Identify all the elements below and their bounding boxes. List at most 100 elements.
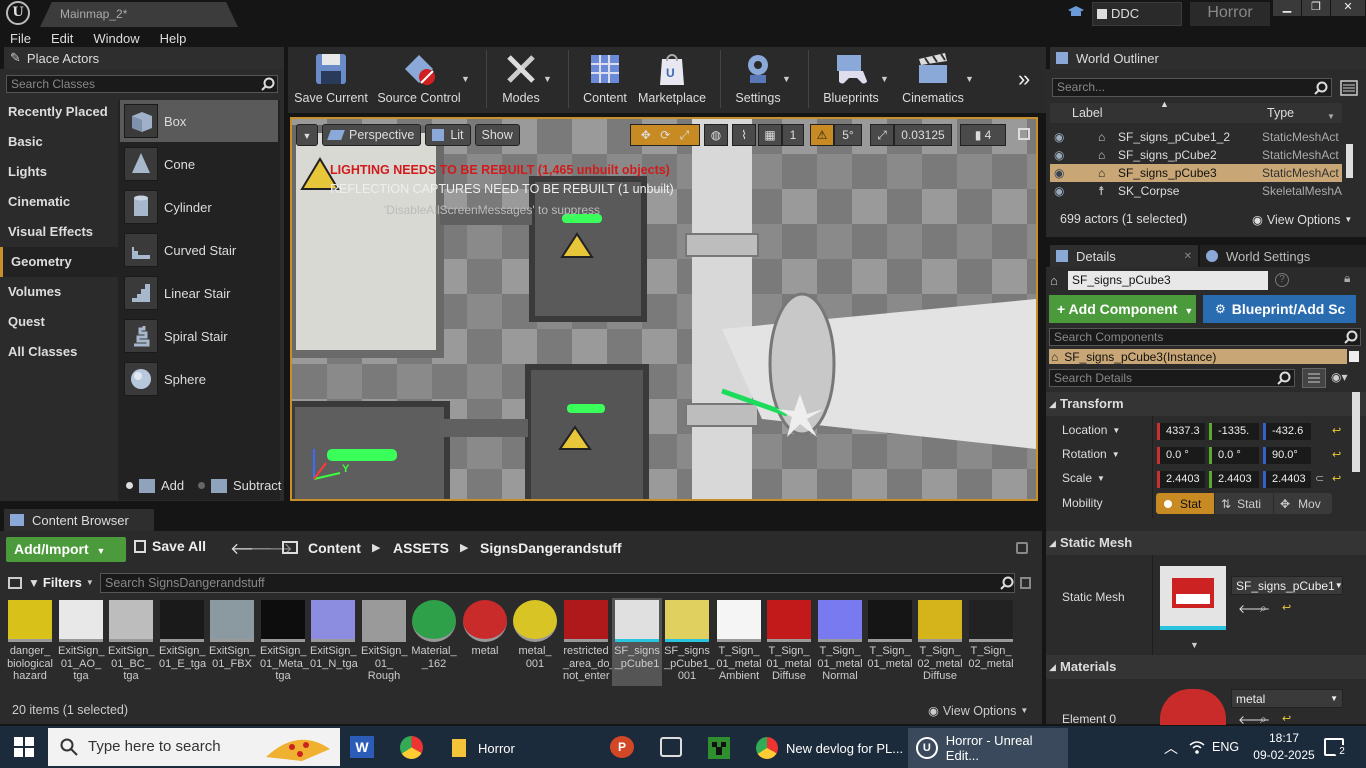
search-icon[interactable] [261, 77, 275, 91]
rotation-z-field[interactable]: 90.0° [1263, 447, 1311, 464]
ddc-button[interactable]: DDC [1092, 2, 1182, 26]
details-tab[interactable]: Details ✕ [1050, 245, 1198, 267]
chevron-down-icon[interactable]: ▼ [1327, 112, 1335, 121]
asset-tile[interactable]: ExitSign_ 01_Meta_ tga [260, 598, 309, 686]
rotate-icon[interactable]: ⟳ [660, 128, 670, 142]
help-icon[interactable]: ? [1275, 273, 1289, 287]
subtract-mode-radio[interactable]: Subtract [198, 478, 281, 493]
outliner-view-options-button[interactable]: ◉ View Options ▼ [1252, 212, 1352, 228]
location-x-field[interactable]: 4337.3 [1157, 423, 1205, 440]
asset-tile[interactable]: ExitSign_ 01_AO_ tga [58, 598, 104, 686]
asset-tile[interactable]: danger_ biological hazard [7, 598, 53, 686]
actor-item-cylinder[interactable]: Cylinder [120, 186, 278, 228]
powerpoint-app-icon[interactable]: P [610, 736, 634, 758]
asset-tile[interactable]: ExitSign_ 01_ Rough [361, 598, 407, 686]
search-classes-input[interactable]: Search Classes [6, 75, 278, 93]
category-all-classes[interactable]: All Classes [0, 337, 118, 367]
chevron-down-icon[interactable]: ▼ [461, 74, 470, 84]
actor-item-curved-stair[interactable]: Curved Stair [120, 229, 278, 271]
category-quest[interactable]: Quest [0, 307, 118, 337]
category-recently-placed[interactable]: Recently Placed [0, 97, 118, 127]
asset-tile[interactable]: T_Sign_ 02_metal [968, 598, 1014, 686]
save-current-button[interactable]: Save Current [292, 49, 370, 111]
world-outliner-tab[interactable]: World Outliner [1050, 47, 1366, 69]
close-tab-icon[interactable]: ✕ [1184, 251, 1192, 262]
rotation-label-dropdown[interactable]: Rotation ▼ [1062, 447, 1120, 461]
breadcrumb-assets[interactable]: ASSETS [393, 540, 449, 556]
location-z-field[interactable]: -432.6 [1263, 423, 1311, 440]
cb-view-options-button[interactable]: ◉ View Options ▼ [928, 703, 1028, 719]
menu-file[interactable]: File [10, 31, 31, 46]
details-scrollbar[interactable] [1352, 392, 1360, 472]
outliner-options-icon[interactable] [1340, 80, 1358, 96]
reset-to-default-icon[interactable]: ↩ [1282, 601, 1291, 614]
lit-button[interactable]: Lit [425, 124, 471, 146]
maximize-button[interactable]: ❐ [1302, 0, 1330, 16]
windows-start-icon[interactable] [14, 737, 34, 757]
chevron-down-icon[interactable]: ▼ [880, 74, 889, 84]
actor-item-spiral-stair[interactable]: Spiral Stair [120, 315, 278, 357]
add-component-button[interactable]: + Add Component ▼ [1049, 295, 1196, 323]
snip-tool-icon[interactable] [660, 737, 682, 757]
translate-icon[interactable]: ✥ [641, 128, 651, 142]
show-hidden-icons-chevron-icon[interactable]: ︿ [1164, 738, 1178, 758]
category-visual-effects[interactable]: Visual Effects [0, 217, 118, 247]
rotation-snap-value[interactable]: 5° [834, 124, 862, 146]
expand-advanced-icon[interactable]: ▼ [1190, 640, 1199, 650]
location-label-dropdown[interactable]: Location ▼ [1062, 423, 1120, 437]
eye-icon[interactable]: ◉ [1050, 166, 1080, 180]
blueprint-add-script-button[interactable]: ⚙ Blueprint/Add Sc [1203, 295, 1356, 323]
save-all-button[interactable]: Save All [134, 538, 206, 554]
taskbar-explorer-horror[interactable]: Horror [440, 728, 588, 768]
world-settings-tab[interactable]: World Settings [1200, 245, 1366, 267]
lock-scale-icon[interactable]: ⊂ [1315, 472, 1324, 485]
asset-tile[interactable]: ExitSign_ 01_E_tga [159, 598, 206, 686]
marketplace-button[interactable]: U Marketplace [636, 49, 708, 111]
mobility-movable-option[interactable]: ✥ Mov [1274, 493, 1332, 514]
camera-speed-button[interactable]: ▮ 4 [960, 124, 1006, 146]
maximize-viewport-icon[interactable] [1018, 128, 1030, 140]
outliner-scrollbar[interactable] [1346, 144, 1353, 178]
scale-icon[interactable]: ⤢ [680, 128, 690, 142]
blueprints-button[interactable]: Blueprints [818, 49, 884, 111]
minimize-button[interactable]: ▁ [1273, 0, 1301, 16]
category-cinematic[interactable]: Cinematic [0, 187, 118, 217]
transform-mode-group[interactable]: ✥ ⟳ ⤢ [630, 124, 700, 146]
language-indicator[interactable]: ENG [1212, 740, 1239, 754]
asset-tile[interactable]: T_Sign_ 01_metal [867, 598, 913, 686]
taskbar-chrome-devlog[interactable]: New devlog for PL... [750, 728, 905, 768]
place-actors-tab[interactable]: ✎ Place Actors [4, 47, 284, 69]
details-view-options-icon[interactable]: ◉▾ [1331, 370, 1348, 384]
search-details-input[interactable]: Search Details [1049, 369, 1295, 387]
asset-tile[interactable]: T_Sign_ 01_metal Diffuse [766, 598, 812, 686]
wifi-icon[interactable] [1188, 739, 1206, 755]
word-app-icon[interactable]: W [350, 736, 374, 758]
content-browser-tab[interactable]: Content Browser [4, 509, 154, 531]
asset-tile[interactable]: SF_signs _pCube1_ 001 [664, 598, 715, 686]
eye-icon[interactable]: ◉ [1050, 130, 1080, 144]
breadcrumb-signs-folder[interactable]: SignsDangerandstuff [480, 540, 622, 556]
grid-size-value[interactable]: 1 [782, 124, 804, 146]
column-type-header[interactable]: Type [1267, 106, 1294, 120]
close-button[interactable]: ✕ [1331, 0, 1365, 16]
asset-tile[interactable]: restricted _area_do_ not_enter [563, 598, 616, 686]
static-mesh-section-header[interactable]: ◢ Static Mesh [1046, 531, 1366, 555]
asset-tile[interactable]: ExitSign_ 01_FBX [209, 598, 255, 686]
asset-tile[interactable]: T_Sign_ 01_metal Normal [817, 598, 863, 686]
content-search-input[interactable]: Search SignsDangerandstuff [100, 573, 1015, 593]
menu-window[interactable]: Window [93, 31, 139, 46]
breadcrumb-content[interactable]: Content [308, 540, 361, 556]
reset-to-default-icon[interactable]: ↩ [1282, 712, 1291, 725]
search-icon[interactable] [1314, 81, 1328, 95]
modes-button[interactable]: Modes [494, 49, 548, 111]
outliner-row[interactable]: ◉ ☨ SK_Corpse SkeletalMeshA [1050, 182, 1342, 200]
reset-to-default-icon[interactable]: ↩ [1332, 472, 1341, 485]
asset-tile-selected[interactable]: SF_signs _pCube1 [612, 598, 662, 686]
asset-tile[interactable]: T_Sign_ 02_metal Diffuse [917, 598, 963, 686]
chevron-down-icon[interactable]: ▼ [543, 74, 552, 84]
viewport-options-button[interactable]: ▼ [296, 124, 318, 146]
scale-z-field[interactable]: 2.4403 [1263, 471, 1311, 488]
scale-snap-icon[interactable]: ⤢ [870, 124, 894, 146]
static-mesh-thumbnail[interactable] [1160, 566, 1226, 630]
save-search-icon[interactable] [1020, 577, 1031, 589]
